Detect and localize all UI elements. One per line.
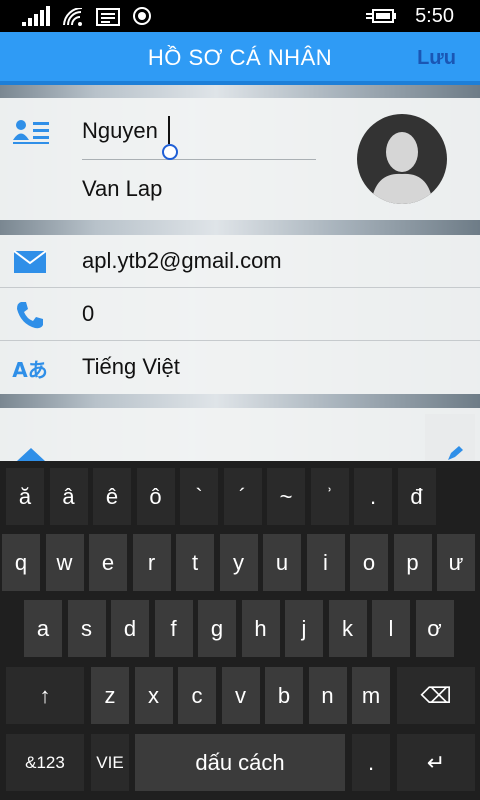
key-n[interactable]: n xyxy=(308,667,347,724)
pencil-icon xyxy=(448,446,463,460)
contact-card: apl.ytb2@gmail.com 0 Aあ Tiếng Việt xyxy=(0,235,480,394)
key-w[interactable]: w xyxy=(45,534,84,591)
key-2-row1[interactable]: ê xyxy=(93,468,131,525)
key-k[interactable]: k xyxy=(328,600,367,657)
key-8-row1[interactable]: . xyxy=(354,468,392,525)
key-6-row1[interactable]: ~ xyxy=(267,468,305,525)
avatar[interactable] xyxy=(357,114,447,204)
key-z[interactable]: z xyxy=(91,667,129,724)
first-name-value: Nguyen xyxy=(82,118,158,143)
language-icon: Aあ xyxy=(12,357,48,382)
message-icon xyxy=(96,8,120,26)
key-v[interactable]: v xyxy=(221,667,260,724)
backspace-key[interactable]: ⌫ xyxy=(397,667,475,724)
selection-handle[interactable] xyxy=(162,144,178,160)
space-key[interactable]: dấu cách xyxy=(135,734,345,791)
key-p[interactable]: p xyxy=(393,534,432,591)
key-j[interactable]: j xyxy=(285,600,323,657)
key-m[interactable]: m xyxy=(352,667,390,724)
key-h[interactable]: h xyxy=(241,600,280,657)
enter-key[interactable]: ↵ xyxy=(397,734,475,791)
key-l[interactable]: l xyxy=(372,600,410,657)
key-q[interactable]: q xyxy=(2,534,40,591)
key-c[interactable]: c xyxy=(178,667,216,724)
address-card xyxy=(0,408,480,461)
last-name-value: Van Lap xyxy=(82,176,163,201)
key-y[interactable]: y xyxy=(219,534,258,591)
text-cursor xyxy=(168,116,170,144)
clock: 5:50 xyxy=(415,5,454,27)
key-0-row1[interactable]: ă xyxy=(6,468,44,525)
key-4-row1[interactable]: ` xyxy=(180,468,218,525)
last-name-field[interactable]: Van Lap xyxy=(82,164,316,212)
key-a[interactable]: a xyxy=(24,600,62,657)
phone-value: 0 xyxy=(82,301,95,326)
first-name-field[interactable]: Nguyen xyxy=(82,104,316,160)
key-s[interactable]: s xyxy=(67,600,106,657)
key-3-row1[interactable]: ô xyxy=(136,468,175,525)
key-e[interactable]: e xyxy=(89,534,127,591)
shift-key[interactable]: ↑ xyxy=(6,667,84,724)
key-7-row1[interactable]: ʾ xyxy=(310,468,349,525)
page-title: HỒ SƠ CÁ NHÂN xyxy=(147,45,333,70)
wifi-icon xyxy=(63,8,83,26)
name-card: Nguyen Van Lap xyxy=(0,98,480,220)
focus-icon xyxy=(133,7,151,25)
period-key[interactable]: . xyxy=(352,734,390,791)
avatar-silhouette-icon xyxy=(371,132,433,204)
email-value: apl.ytb2@gmail.com xyxy=(82,248,282,273)
key-o[interactable]: o xyxy=(350,534,388,591)
backdrop-strip xyxy=(0,394,480,408)
key-1-row1[interactable]: â xyxy=(49,468,88,525)
key-ơ[interactable]: ơ xyxy=(415,600,454,657)
key-t[interactable]: t xyxy=(176,534,214,591)
key-i[interactable]: i xyxy=(306,534,345,591)
battery-charging-icon xyxy=(366,9,396,23)
language-row[interactable]: Aあ Tiếng Việt xyxy=(0,341,480,394)
profile-form: Nguyen Van Lap apl.ytb2@gmail.com 0 Aあ T… xyxy=(0,85,480,461)
key-f[interactable]: f xyxy=(154,600,193,657)
key-g[interactable]: g xyxy=(198,600,236,657)
key-r[interactable]: r xyxy=(132,534,171,591)
numbers-key[interactable]: &123 xyxy=(6,734,84,791)
on-screen-keyboard: ă â ê ô ` ´ ~ ʾ. đ q w e r t y u i o p ư a s d f g h j k l ơ ↑ z x c v b n m ⌫… xyxy=(0,461,480,800)
home-icon xyxy=(17,448,45,461)
status-bar: 5:50 xyxy=(0,0,480,32)
language-switch-key[interactable]: VIE xyxy=(91,734,129,791)
key-5-row1[interactable]: ´ xyxy=(223,468,262,525)
backdrop-strip xyxy=(0,220,480,235)
phone-row[interactable]: 0 xyxy=(0,288,480,341)
edit-button[interactable] xyxy=(425,414,475,461)
envelope-icon xyxy=(12,247,48,277)
key-9-row1[interactable]: đ xyxy=(397,468,436,525)
contact-card-icon xyxy=(13,120,49,144)
key-x[interactable]: x xyxy=(134,667,173,724)
key-u[interactable]: u xyxy=(263,534,301,591)
save-button[interactable]: Lưu xyxy=(417,47,456,70)
backdrop-strip xyxy=(0,85,480,98)
email-row[interactable]: apl.ytb2@gmail.com xyxy=(0,235,480,288)
key-ư[interactable]: ư xyxy=(437,534,475,591)
language-value: Tiếng Việt xyxy=(82,354,180,379)
key-d[interactable]: d xyxy=(111,600,149,657)
app-header: HỒ SƠ CÁ NHÂN Lưu xyxy=(0,32,480,85)
phone-icon xyxy=(12,300,48,330)
key-b[interactable]: b xyxy=(265,667,303,724)
signal-strength-icon xyxy=(22,6,50,26)
